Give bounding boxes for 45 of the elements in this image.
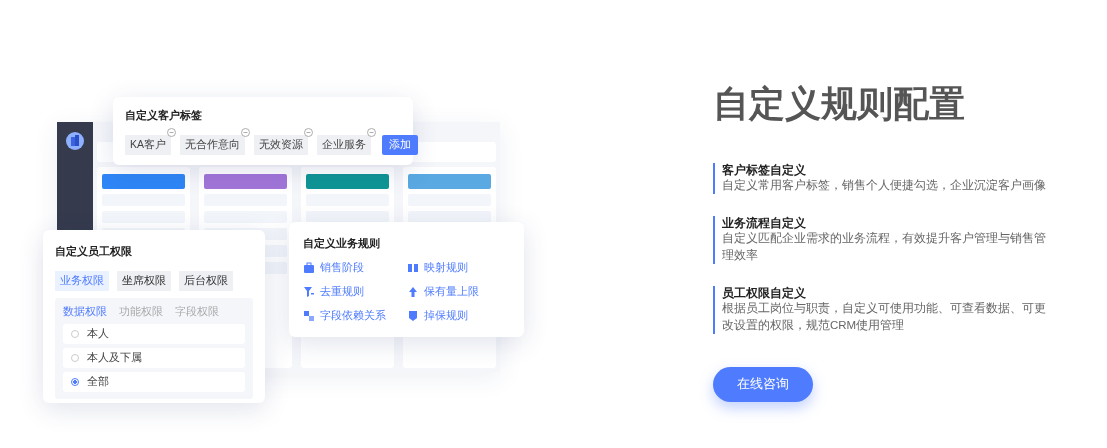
rule-link[interactable]: 字段依赖关系 (303, 309, 407, 323)
tag-chip[interactable]: 无效资源 (254, 135, 308, 155)
permission-tab[interactable]: 坐席权限 (117, 271, 171, 291)
feature-title: 员工权限自定义 (722, 286, 807, 300)
rule-link[interactable]: 销售阶段 (303, 261, 407, 275)
add-button[interactable]: 添加 (382, 134, 418, 155)
option-label: 本人 (87, 327, 109, 341)
sub-tab[interactable]: 功能权限 (119, 305, 163, 319)
consult-button[interactable]: 在线咨询 (713, 367, 813, 402)
rule-link[interactable]: 映射规则 (406, 261, 510, 275)
rule-icon (303, 286, 315, 298)
feature-description: 自定义常用客户标签，销售个人便捷勾选，企业沉淀客户画像 (722, 178, 1047, 193)
remove-icon[interactable] (167, 128, 176, 137)
rule-link[interactable]: 掉保规则 (406, 309, 510, 323)
remove-icon[interactable] (367, 128, 376, 137)
permission-tab[interactable]: 后台权限 (179, 271, 233, 291)
remove-icon[interactable] (304, 128, 313, 137)
card-title: 自定义员工权限 (55, 244, 133, 259)
feature-description: 自定义匹配企业需求的业务流程，有效提升客户管理与销售管理效率 (722, 231, 1047, 263)
option-label: 本人及下属 (87, 351, 142, 365)
feature-description: 根据员工岗位与职责，自定义可使用功能、可查看数据、可更改设置的权限，规范CRM使用管理 (722, 301, 1047, 333)
rule-icon (406, 262, 419, 274)
option-label: 全部 (87, 375, 109, 389)
tag-chip[interactable]: KA客户 (125, 135, 171, 155)
remove-icon[interactable] (241, 128, 250, 137)
radio-option[interactable]: 全部 (63, 372, 245, 392)
sub-tab[interactable]: 字段权限 (175, 305, 219, 319)
rule-link[interactable]: 去重规则 (303, 285, 407, 299)
rule-icon (303, 310, 315, 322)
building-icon (66, 132, 84, 150)
permission-tab[interactable]: 业务权限 (55, 271, 109, 291)
radio-button[interactable] (71, 378, 79, 386)
tag-chip[interactable]: 无合作意向 (180, 135, 245, 155)
radio-option[interactable]: 本人 (63, 324, 245, 344)
tag-chip[interactable]: 企业服务 (317, 135, 371, 155)
feature-title: 客户标签自定义 (722, 163, 807, 177)
feature-title: 业务流程自定义 (722, 216, 807, 230)
sub-tab[interactable]: 数据权限 (63, 305, 107, 319)
rule-link[interactable]: 保有量上限 (406, 285, 510, 299)
headline: 自定义规则配置 (713, 82, 966, 126)
card-title: 自定义业务规则 (303, 236, 381, 251)
rule-icon (406, 310, 419, 322)
card-title: 自定义客户标签 (125, 108, 203, 123)
radio-option[interactable]: 本人及下属 (63, 348, 245, 368)
rule-icon (406, 286, 419, 298)
